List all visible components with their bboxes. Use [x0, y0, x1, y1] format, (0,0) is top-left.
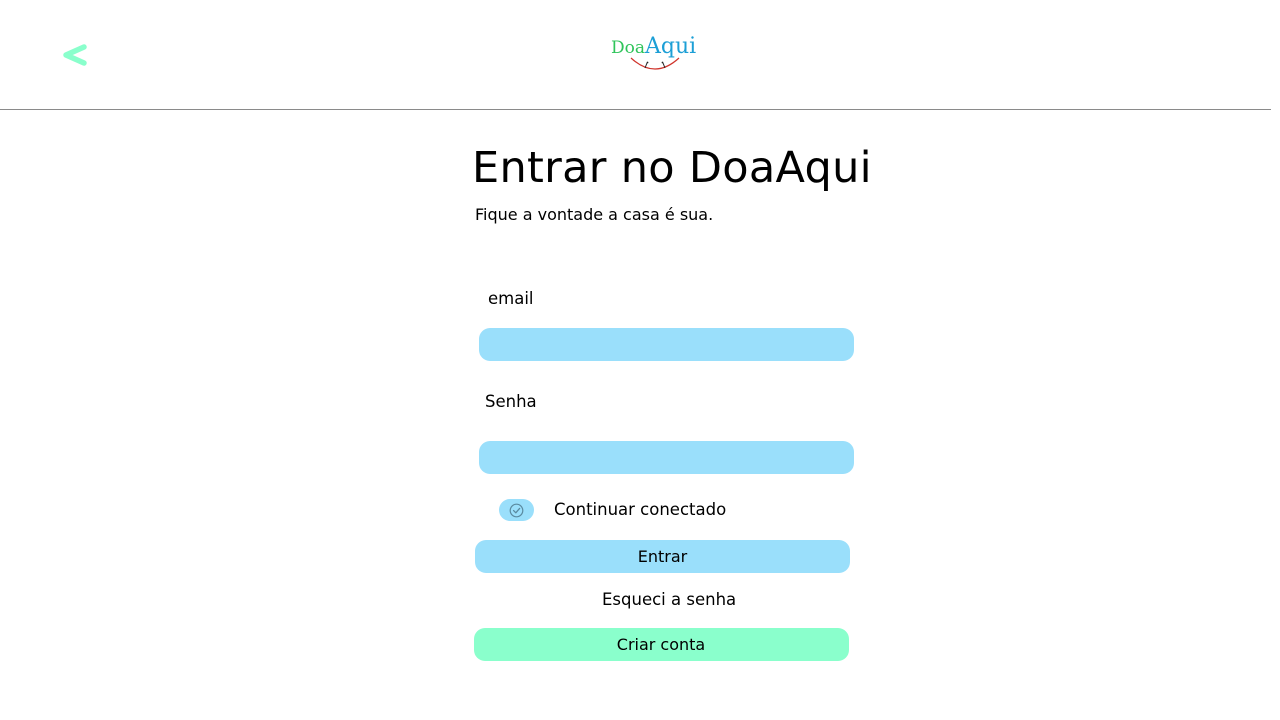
doaaqui-logo: DoaAqui — [608, 34, 698, 78]
top-bar: DoaAqui — [0, 0, 1271, 110]
email-field[interactable] — [479, 328, 854, 361]
create-account-button[interactable]: Criar conta — [474, 628, 849, 661]
check-circle-icon — [509, 503, 524, 518]
page-subtitle: Fique a vontade a casa é sua. — [475, 205, 714, 224]
chevron-left-icon — [63, 44, 87, 66]
stay-connected-toggle[interactable] — [499, 499, 534, 521]
login-button-label: Entrar — [637, 547, 688, 566]
password-field[interactable] — [479, 441, 854, 474]
stay-connected-label: Continuar conectado — [554, 500, 727, 519]
forgot-password-link[interactable]: Esqueci a senha — [602, 590, 736, 609]
back-button[interactable] — [60, 36, 90, 72]
email-label: email — [488, 289, 534, 308]
create-account-button-label: Criar conta — [616, 635, 706, 654]
password-label: Senha — [485, 392, 537, 411]
login-button[interactable]: Entrar — [475, 540, 850, 573]
logo-smile-icon — [630, 57, 680, 70]
page-title: Entrar no DoaAqui — [472, 143, 872, 193]
